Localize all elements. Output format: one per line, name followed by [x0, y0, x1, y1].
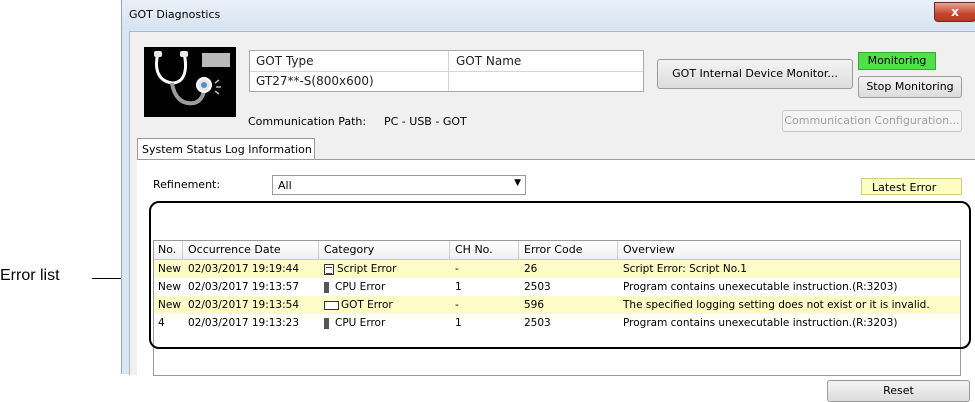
communication-configuration-button[interactable]: Communication Configuration... — [782, 110, 962, 132]
refinement-dropdown[interactable]: All ▼ — [272, 175, 526, 195]
refinement-label: Refinement: — [153, 178, 221, 191]
error-list-callout-label: Error list — [0, 267, 60, 284]
window-title: GOT Diagnostics — [129, 8, 221, 21]
chevron-down-icon: ▼ — [514, 178, 521, 188]
got-type-value: GT27**-S(800x600) — [256, 74, 374, 88]
got-info-table: GOT Type GOT Name GT27**-S(800x600) — [249, 50, 644, 92]
title-bar[interactable]: GOT Diagnostics x — [122, 0, 975, 30]
stethoscope-icon — [154, 51, 221, 106]
got-name-header: GOT Name — [456, 54, 522, 68]
refinement-selected-value: All — [278, 179, 292, 192]
communication-path-value: PC - USB - GOT — [384, 115, 467, 128]
latest-error-legend: Latest Error — [861, 178, 962, 195]
got-internal-device-monitor-button[interactable]: GOT Internal Device Monitor... — [657, 59, 853, 89]
error-list-callout-frame — [149, 201, 971, 349]
reset-button[interactable]: Reset — [827, 380, 970, 402]
diagnostics-logo — [144, 47, 236, 117]
monitoring-status-badge: Monitoring — [858, 52, 936, 70]
close-button[interactable]: x — [934, 2, 975, 22]
stop-monitoring-button[interactable]: Stop Monitoring — [858, 76, 962, 98]
got-type-header: GOT Type — [256, 54, 314, 68]
communication-path-label: Communication Path: — [248, 115, 367, 128]
tab-system-status-log[interactable]: System Status Log Information — [137, 138, 315, 160]
